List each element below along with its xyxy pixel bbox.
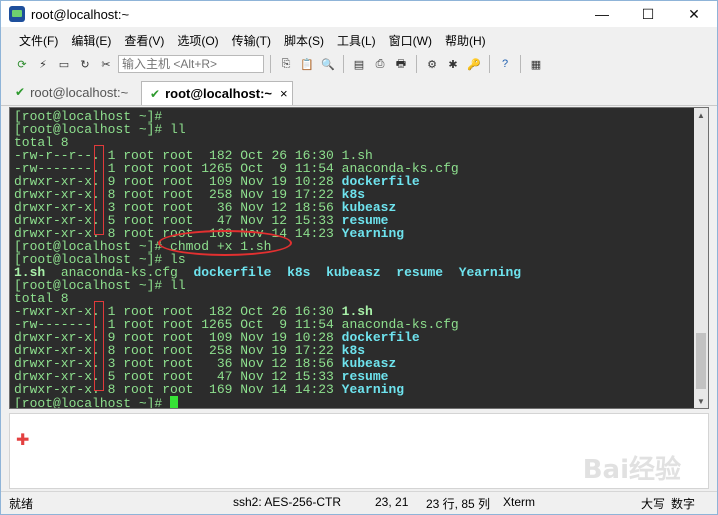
print-setup-icon[interactable]: ▤ <box>350 55 368 73</box>
status-session: ssh2: AES-256-CTR <box>233 495 342 509</box>
status-size: 23 行, 85 列 <box>426 497 491 511</box>
status-bar: 就绪 ssh2: AES-256-CTR 23, 21 23 行, 85 列 X… <box>1 491 717 514</box>
status-term-type: Xterm <box>503 495 536 509</box>
reconnect-icon[interactable]: ↻ <box>76 55 94 73</box>
watermark: Bai经验 <box>582 455 681 485</box>
sftp-icon[interactable]: ▦ <box>527 55 545 73</box>
menu-edit[interactable]: 编辑(E) <box>71 32 120 49</box>
maximize-button[interactable]: ☐ <box>625 1 671 27</box>
terminal-text: drwxr-xr-x. 8 root root 169 Nov 14 14:23 <box>14 382 342 397</box>
menu-window[interactable]: 窗口(W) <box>389 32 441 49</box>
script-badge-icon: ✚ <box>16 432 30 449</box>
quick-connect-icon[interactable]: ⚡ <box>34 55 52 73</box>
annotation-box-after <box>94 301 104 391</box>
connected-check-icon: ✔ <box>150 86 161 101</box>
window-title: root@localhost:~ <box>31 6 130 22</box>
menu-file[interactable]: 文件(F) <box>19 32 67 49</box>
connected-check-icon: ✔ <box>15 85 26 99</box>
paste-icon[interactable]: 📋 <box>298 55 316 73</box>
connect-tab-icon[interactable]: ▭ <box>55 55 73 73</box>
terminal-area[interactable]: [root@localhost ~]# [root@localhost ~]# l… <box>9 107 709 409</box>
terminal-line: [root@localhost ~]# ll <box>14 123 521 136</box>
toolbar-separator <box>489 55 490 73</box>
terminal-line: [root@localhost ~]# ll <box>14 279 521 292</box>
status-cursor-pos: 23, 21 <box>375 495 409 509</box>
tab-session-1[interactable]: ✔ root@localhost:~ <box>7 81 147 103</box>
title-bar: root@localhost:~ — ☐ ✕ <box>1 1 717 27</box>
menu-view[interactable]: 查看(V) <box>124 32 173 49</box>
tab-label: root@localhost:~ <box>165 86 272 101</box>
close-button[interactable]: ✕ <box>671 1 717 27</box>
menu-help[interactable]: 帮助(H) <box>445 32 495 49</box>
toolbar: ⟳ ⚡ ▭ ↻ ✂ ⎘ 📋 🔍 ▤ ⎙ 🖶 ⚙ ✱ 🔑 ? ▦ <box>1 53 717 75</box>
find-icon[interactable]: 🔍 <box>319 55 337 73</box>
status-ready: 就绪 <box>9 497 34 511</box>
scroll-down-icon[interactable]: ▼ <box>694 394 708 408</box>
app-icon <box>9 6 25 22</box>
session-options-icon[interactable]: ⚙ <box>423 55 441 73</box>
tab-session-2[interactable]: ✔ root@localhost:~ × <box>141 81 293 105</box>
annotation-box-before <box>94 145 104 235</box>
tab-label: root@localhost:~ <box>30 84 129 100</box>
annotation-ellipse-chmod <box>158 230 292 256</box>
help-icon[interactable]: ? <box>496 55 514 73</box>
directory-name: dockerfile k8s kubeasz resume Yearning <box>193 265 522 280</box>
print-icon[interactable]: ⎙ <box>371 55 389 73</box>
copy-icon[interactable]: ⎘ <box>277 55 295 73</box>
menu-script[interactable]: 脚本(S) <box>284 32 333 49</box>
host-input[interactable] <box>118 55 264 73</box>
scroll-thumb[interactable] <box>696 333 706 389</box>
directory-name: Yearning <box>341 382 405 397</box>
scroll-up-icon[interactable]: ▲ <box>694 108 708 122</box>
status-num: 数字 <box>671 497 696 511</box>
menu-transfer[interactable]: 传输(T) <box>232 32 280 49</box>
minimize-button[interactable]: — <box>579 1 625 27</box>
toolbar-separator <box>343 55 344 73</box>
status-caps: 大写 <box>641 497 666 511</box>
directory-name: Yearning <box>341 226 405 241</box>
terminal-text: [root@localhost ~]# <box>14 396 171 409</box>
toolbar-separator <box>520 55 521 73</box>
print-screen-icon[interactable]: 🖶 <box>392 55 410 73</box>
window-controls: — ☐ ✕ <box>579 1 717 27</box>
key-icon[interactable]: 🔑 <box>465 55 483 73</box>
disconnect-icon[interactable]: ✂ <box>97 55 115 73</box>
session-tabs: ✔ root@localhost:~ ✔ root@localhost:~ × <box>1 79 717 106</box>
terminal-line: [root@localhost ~]# <box>14 396 521 409</box>
tab-close-icon[interactable]: × <box>280 86 288 101</box>
terminal-output: [root@localhost ~]# [root@localhost ~]# l… <box>14 110 522 409</box>
connect-icon[interactable]: ⟳ <box>13 55 31 73</box>
toolbar-separator <box>416 55 417 73</box>
terminal-cursor <box>170 396 179 408</box>
terminal-line: drwxr-xr-x. 8 root root 169 Nov 14 14:23… <box>14 383 521 396</box>
global-options-icon[interactable]: ✱ <box>444 55 462 73</box>
securecrt-window: root@localhost:~ — ☐ ✕ 文件(F) 编辑(E) 查看(V)… <box>0 0 718 515</box>
menu-options[interactable]: 选项(O) <box>177 32 227 49</box>
menu-tools[interactable]: 工具(L) <box>337 32 385 49</box>
terminal-scrollbar[interactable]: ▲ ▼ <box>694 108 708 408</box>
toolbar-separator <box>270 55 271 73</box>
menu-bar: 文件(F) 编辑(E) 查看(V) 选项(O) 传输(T) 脚本(S) 工具(L… <box>1 29 717 51</box>
